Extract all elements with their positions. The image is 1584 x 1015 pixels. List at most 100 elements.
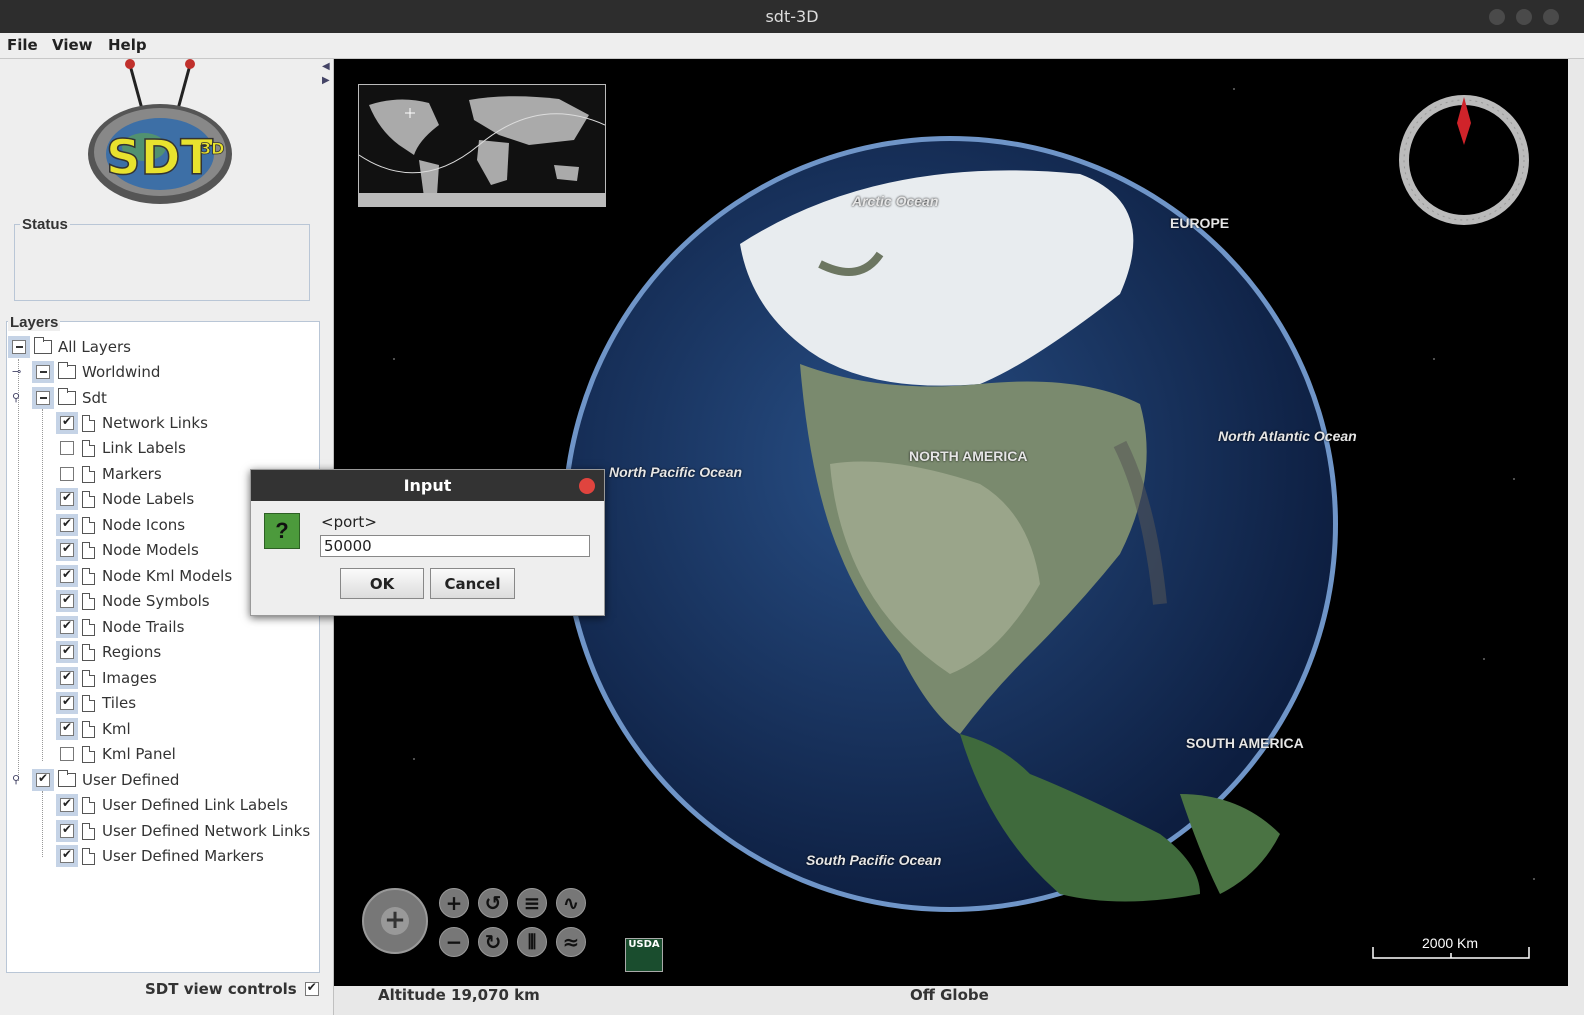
layer-user-defined[interactable]: User Defined xyxy=(32,769,179,791)
layer-checkbox[interactable] xyxy=(60,669,74,685)
layer-worldwind-checkbox[interactable] xyxy=(36,365,50,379)
layer-checkbox[interactable] xyxy=(60,541,74,557)
pan-control-icon[interactable]: + xyxy=(362,888,428,954)
layer-node-models[interactable]: Node Models xyxy=(56,539,199,561)
layer-checkbox[interactable] xyxy=(60,592,74,608)
close-button[interactable] xyxy=(1543,9,1559,25)
layer-worldwind[interactable]: Worldwind xyxy=(32,361,160,383)
folder-icon xyxy=(34,337,52,354)
layer-checkbox[interactable] xyxy=(60,643,74,659)
layer-markers[interactable]: Markers xyxy=(56,463,162,485)
collapse-right-arrow-icon[interactable]: ▶ xyxy=(322,75,330,86)
file-icon xyxy=(82,439,95,457)
layer-all-checkbox[interactable] xyxy=(12,340,26,354)
layer-checkbox[interactable] xyxy=(60,516,74,532)
layers-label: Layers xyxy=(8,314,61,331)
sdt-view-controls-toggle[interactable]: SDT view controls xyxy=(145,980,325,998)
window-titlebar: sdt-3D xyxy=(0,0,1584,33)
input-dialog: Input ? <port> OK Cancel xyxy=(250,469,605,616)
layer-checkbox[interactable] xyxy=(60,694,74,710)
zoom-in-icon[interactable]: + xyxy=(439,888,469,918)
compass-icon[interactable] xyxy=(1399,95,1529,225)
layer-user-network-links[interactable]: User Defined Network Links xyxy=(56,820,310,842)
rotate-right-icon[interactable]: ↻ xyxy=(478,927,508,957)
layer-label: User Defined xyxy=(82,771,180,789)
layer-label: User Defined Network Links xyxy=(102,822,311,840)
file-icon xyxy=(82,490,95,508)
file-icon xyxy=(82,847,95,865)
menu-bar: File View Help xyxy=(0,33,1584,59)
layer-checkbox[interactable] xyxy=(60,467,74,481)
dialog-prompt: <port> xyxy=(321,513,377,531)
layer-checkbox[interactable] xyxy=(60,414,74,430)
menu-view[interactable]: View xyxy=(52,36,93,54)
layer-node-trails[interactable]: Node Trails xyxy=(56,616,184,638)
scale-ruler xyxy=(1372,947,1530,959)
layer-kml-panel[interactable]: Kml Panel xyxy=(56,743,176,765)
tree-line xyxy=(42,791,43,857)
layer-checkbox[interactable] xyxy=(60,747,74,761)
ok-button[interactable]: OK xyxy=(340,568,424,599)
collapse-handle-icon[interactable]: ⚲ xyxy=(12,391,20,404)
layer-sdt[interactable]: Sdt xyxy=(32,387,107,409)
vertical-exaggeration-down-icon[interactable]: ≈ xyxy=(556,927,586,957)
layer-node-icons[interactable]: Node Icons xyxy=(56,514,185,536)
layer-checkbox[interactable] xyxy=(60,567,74,583)
file-icon xyxy=(82,720,95,738)
layer-label: Markers xyxy=(102,465,162,483)
layer-checkbox[interactable] xyxy=(60,441,74,455)
layer-node-symbols[interactable]: Node Symbols xyxy=(56,590,210,612)
minimize-button[interactable] xyxy=(1489,9,1505,25)
tilt-up-icon[interactable]: ≡ xyxy=(517,888,547,918)
layer-tiles[interactable]: Tiles xyxy=(56,692,136,714)
right-scrollbar[interactable] xyxy=(1568,59,1584,1015)
menu-file[interactable]: File xyxy=(7,36,38,54)
layer-user-link-labels[interactable]: User Defined Link Labels xyxy=(56,794,288,816)
vertical-exaggeration-up-icon[interactable]: ∿ xyxy=(556,888,586,918)
layer-node-labels[interactable]: Node Labels xyxy=(56,488,194,510)
layer-regions[interactable]: Regions xyxy=(56,641,161,663)
layer-user-markers[interactable]: User Defined Markers xyxy=(56,845,264,867)
layer-checkbox[interactable] xyxy=(60,720,74,736)
dialog-title: Input xyxy=(403,476,452,495)
layer-label: Kml xyxy=(102,720,131,738)
layer-checkbox[interactable] xyxy=(60,796,74,812)
maximize-button[interactable] xyxy=(1516,9,1532,25)
layer-label: Node Labels xyxy=(102,490,195,508)
position-readout: Off Globe xyxy=(910,986,989,1004)
layer-checkbox[interactable] xyxy=(60,490,74,506)
cancel-button[interactable]: Cancel xyxy=(430,568,515,599)
layer-kml[interactable]: Kml xyxy=(56,718,131,740)
layer-node-kml-models[interactable]: Node Kml Models xyxy=(56,565,232,587)
dialog-close-button[interactable] xyxy=(579,478,595,494)
layer-network-links[interactable]: Network Links xyxy=(56,412,208,434)
collapse-handle-icon[interactable]: ⚲ xyxy=(12,773,20,786)
layer-sdt-checkbox[interactable] xyxy=(36,391,50,405)
layer-checkbox[interactable] xyxy=(60,618,74,634)
map-label-south-pacific: South Pacific Ocean xyxy=(806,852,942,868)
window-title: sdt-3D xyxy=(765,7,819,26)
layer-checkbox[interactable] xyxy=(60,822,74,838)
collapse-left-arrow-icon[interactable]: ◀ xyxy=(322,61,330,72)
layer-checkbox[interactable] xyxy=(60,847,74,863)
file-icon xyxy=(82,618,95,636)
rotate-left-icon[interactable]: ↺ xyxy=(478,888,508,918)
zoom-out-icon[interactable]: − xyxy=(439,927,469,957)
layer-label: Kml Panel xyxy=(102,745,176,763)
expand-handle-icon[interactable]: ⊸ xyxy=(12,365,21,378)
scale-bar: 2000 Km xyxy=(1372,935,1530,959)
tilt-down-icon[interactable]: ⦀ xyxy=(517,927,547,957)
layer-link-labels[interactable]: Link Labels xyxy=(56,437,186,459)
earth-globe[interactable] xyxy=(560,134,1340,914)
layer-label: User Defined Link Labels xyxy=(102,796,288,814)
layer-label: Link Labels xyxy=(102,439,186,457)
layer-images[interactable]: Images xyxy=(56,667,157,689)
layer-label: Tiles xyxy=(102,694,137,712)
layer-all[interactable]: All Layers xyxy=(8,336,131,358)
map-label-north-pacific: North Pacific Ocean xyxy=(609,464,743,480)
menu-help[interactable]: Help xyxy=(108,36,147,54)
layer-label: Node Trails xyxy=(102,618,185,636)
layer-user-defined-checkbox[interactable] xyxy=(36,771,50,787)
view-controls-checkbox[interactable] xyxy=(304,980,319,996)
port-input[interactable] xyxy=(320,535,590,557)
